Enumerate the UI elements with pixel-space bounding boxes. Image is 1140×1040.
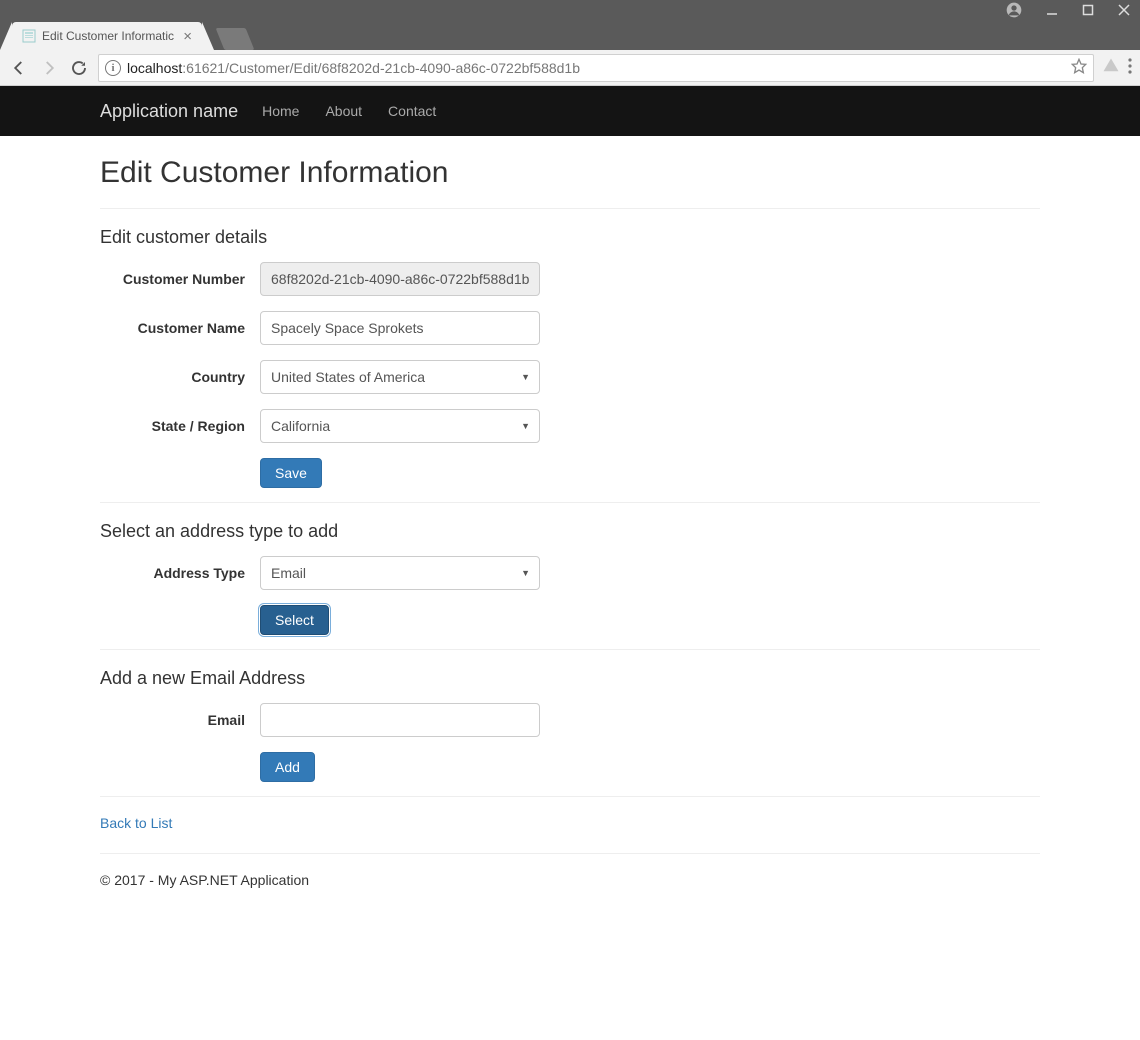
add-button[interactable]: Add <box>260 752 315 782</box>
page-viewport: Application name Home About Contact Edit… <box>0 86 1140 1040</box>
label-customer-number: Customer Number <box>100 271 260 287</box>
tab-close-icon[interactable]: × <box>183 29 192 44</box>
label-email: Email <box>100 712 260 728</box>
region-select[interactable]: California <box>260 409 540 443</box>
bookmark-star-icon[interactable] <box>1071 58 1087 77</box>
divider <box>100 649 1040 650</box>
address-type-select[interactable]: Email <box>260 556 540 590</box>
select-button[interactable]: Select <box>260 605 329 635</box>
divider <box>100 502 1040 503</box>
back-to-list-link[interactable]: Back to List <box>100 815 172 831</box>
section-heading-details: Edit customer details <box>100 227 1040 248</box>
divider <box>100 208 1040 209</box>
country-select[interactable]: United States of America <box>260 360 540 394</box>
forward-button[interactable] <box>38 57 60 79</box>
extension-icon[interactable] <box>1102 57 1120 78</box>
customer-name-input[interactable] <box>260 311 540 345</box>
label-country: Country <box>100 369 260 385</box>
window-titlebar <box>0 0 1140 20</box>
email-input[interactable] <box>260 703 540 737</box>
save-button[interactable]: Save <box>260 458 322 488</box>
page-title: Edit Customer Information <box>100 156 1040 190</box>
label-customer-name: Customer Name <box>100 320 260 336</box>
browser-tab-active[interactable]: Edit Customer Informatic × <box>12 22 202 50</box>
maximize-icon[interactable] <box>1082 4 1094 16</box>
browser-tabstrip: Edit Customer Informatic × <box>0 20 1140 50</box>
browser-menu-icon[interactable] <box>1128 58 1132 77</box>
tab-title: Edit Customer Informatic <box>42 29 177 43</box>
new-tab-button[interactable] <box>216 28 255 50</box>
navbar-brand[interactable]: Application name <box>100 101 238 122</box>
browser-toolbar: i localhost:61621/Customer/Edit/68f8202d… <box>0 50 1140 86</box>
site-info-icon[interactable]: i <box>105 60 121 76</box>
divider <box>100 796 1040 797</box>
close-icon[interactable] <box>1118 4 1130 16</box>
nav-link-contact[interactable]: Contact <box>388 103 436 119</box>
reload-button[interactable] <box>68 57 90 79</box>
url-text: localhost:61621/Customer/Edit/68f8202d-2… <box>127 60 580 76</box>
section-heading-email: Add a new Email Address <box>100 668 1040 689</box>
nav-link-home[interactable]: Home <box>262 103 299 119</box>
address-bar[interactable]: i localhost:61621/Customer/Edit/68f8202d… <box>98 54 1094 82</box>
minimize-icon[interactable] <box>1046 4 1058 16</box>
nav-link-about[interactable]: About <box>325 103 362 119</box>
favicon-icon <box>22 29 36 43</box>
customer-number-input <box>260 262 540 296</box>
back-button[interactable] <box>8 57 30 79</box>
section-heading-address-type: Select an address type to add <box>100 521 1040 542</box>
app-navbar: Application name Home About Contact <box>0 86 1140 136</box>
label-region: State / Region <box>100 418 260 434</box>
label-address-type: Address Type <box>100 565 260 581</box>
footer-text: © 2017 - My ASP.NET Application <box>100 872 1040 888</box>
divider <box>100 853 1040 854</box>
account-icon[interactable] <box>1006 2 1022 18</box>
